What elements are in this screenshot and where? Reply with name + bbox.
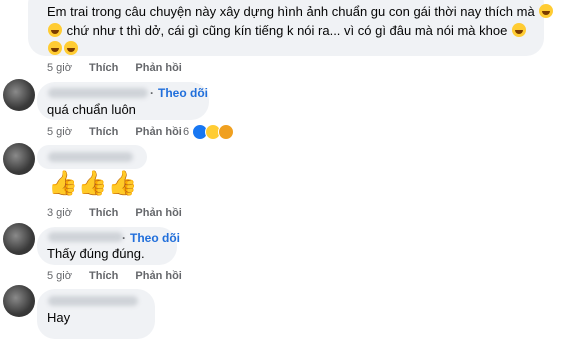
timestamp[interactable]: 5 giờ [47,62,72,74]
comment-actions: 3 giờ Thích Phản hồi [47,207,196,219]
comment-text-line-1: Em trai trong câu chuyện này xây dựng hì… [47,3,554,20]
comment-text: Hay [47,310,71,325]
care-reaction-icon [218,124,235,140]
like-button[interactable]: Thích [89,270,118,282]
reaction-summary[interactable]: 6 [183,124,235,140]
grinning-sweat-emoji [48,41,62,55]
comment-text-line-3 [47,40,79,57]
grinning-sweat-emoji [64,41,78,55]
comment-actions: 5 giờ Thích Phản hồi [47,270,196,282]
grinning-sweat-emoji [539,4,554,18]
grinning-sweat-emoji [48,23,62,37]
comment-actions: 5 giờ Thích Phản hồi [47,62,196,74]
thumbs-up-icon: 👍👍👍 [48,170,138,197]
like-button[interactable]: Thích [89,207,118,219]
follow-link[interactable]: Theo dõi [150,86,208,100]
comment-text: quá chuẩn luôn [47,102,136,117]
timestamp[interactable]: 3 giờ [47,207,72,219]
comment-text-line-2: chứ như t thì dở, cái gì cũng kín tiếng … [47,22,527,39]
comment-emoji-content: 👍👍👍 [48,171,142,197]
author-name[interactable] [48,232,123,242]
avatar[interactable] [3,285,35,317]
follow-link[interactable]: Theo dõi [122,231,180,245]
timestamp[interactable]: 5 giờ [47,126,72,138]
reply-button[interactable]: Phản hồi [135,270,181,282]
comment-actions: 5 giờ Thích Phản hồi [47,126,196,138]
grinning-sweat-emoji [511,23,526,37]
avatar[interactable] [3,79,35,111]
avatar[interactable] [3,143,35,175]
reply-button[interactable]: Phản hồi [135,126,181,138]
comment-text: Thấy đúng đúng. [47,246,145,261]
like-button[interactable]: Thích [89,126,118,138]
reply-button[interactable]: Phản hồi [135,207,181,219]
reaction-count: 6 [183,126,190,138]
author-name[interactable] [48,296,138,306]
reply-button[interactable]: Phản hồi [135,62,181,74]
like-button[interactable]: Thích [89,62,118,74]
author-name[interactable] [48,152,133,162]
timestamp[interactable]: 5 giờ [47,270,72,282]
avatar[interactable] [3,223,35,255]
author-name[interactable] [48,88,148,98]
